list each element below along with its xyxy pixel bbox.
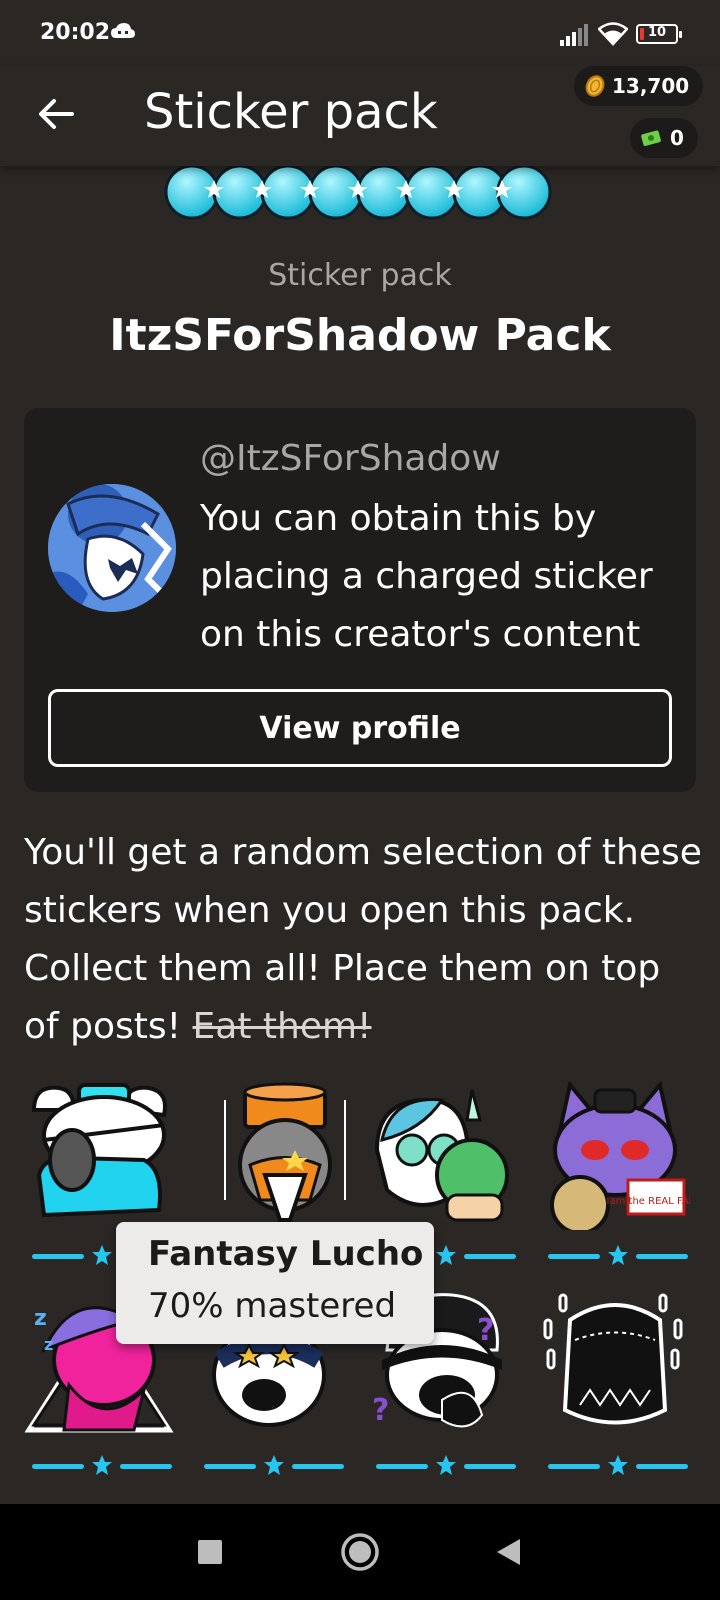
system-nav-bar bbox=[0, 1504, 720, 1600]
pack-description: You'll get a random selection of these s… bbox=[24, 824, 704, 1056]
creator-avatar[interactable] bbox=[48, 484, 176, 612]
tooltip-sticker-name: Fantasy Lucho bbox=[148, 1234, 424, 1274]
coins-balance[interactable]: 13,700 bbox=[574, 66, 704, 106]
sticker-8-mastery bbox=[548, 1455, 688, 1475]
sticker-4-mastery bbox=[548, 1245, 688, 1265]
cash-value: 0 bbox=[670, 126, 684, 150]
star-icon bbox=[92, 1245, 112, 1265]
sticker-6-mastery bbox=[204, 1455, 344, 1475]
page-title: Sticker pack bbox=[144, 84, 438, 140]
cash-balance[interactable]: 0 bbox=[630, 118, 698, 158]
status-time: 20:02 bbox=[40, 20, 111, 45]
creator-card: @ItzSForShadow You can obtain this by pl… bbox=[24, 408, 696, 792]
back-arrow-icon bbox=[39, 99, 74, 129]
star-icon bbox=[92, 1455, 112, 1475]
star-icon bbox=[436, 1245, 456, 1265]
star-icon bbox=[264, 1455, 284, 1475]
signal-icon bbox=[560, 24, 588, 46]
battery-icon: 10 bbox=[636, 24, 682, 44]
pack-banner-image bbox=[164, 166, 552, 220]
system-back-button[interactable] bbox=[484, 1528, 532, 1576]
sticker-5-mastery bbox=[32, 1455, 172, 1475]
star-icon bbox=[608, 1245, 628, 1265]
creator-handle[interactable]: @ItzSForShadow bbox=[200, 438, 501, 479]
pack-title: ItzSForShadow Pack bbox=[109, 310, 611, 361]
sticker-tooltip: Fantasy Lucho 70% mastered bbox=[116, 1222, 434, 1344]
creator-description: You can obtain this by placing a charged… bbox=[200, 498, 653, 655]
cash-icon bbox=[641, 130, 661, 146]
svg-text:z: z bbox=[34, 1306, 47, 1331]
pack-kicker: Sticker pack bbox=[268, 258, 452, 293]
status-bar: 20:02 10 bbox=[0, 0, 720, 66]
sticker-3[interactable] bbox=[372, 1080, 522, 1230]
back-icon bbox=[497, 1539, 520, 1565]
home-button[interactable] bbox=[336, 1528, 384, 1576]
tooltip-mastery: 70% mastered bbox=[148, 1286, 397, 1326]
recents-button[interactable] bbox=[186, 1528, 234, 1576]
svg-text:?: ? bbox=[372, 1393, 389, 1428]
pack-description-struck: Eat them! bbox=[192, 1006, 372, 1047]
coin-icon bbox=[585, 75, 605, 97]
sticker-sign-text: Iam the REAL FABRI bbox=[607, 1196, 690, 1207]
coins-value: 13,700 bbox=[612, 74, 690, 98]
sticker-7-mastery bbox=[376, 1455, 516, 1475]
app-header: Sticker pack 13,700 0 bbox=[0, 66, 720, 166]
home-icon bbox=[341, 1533, 379, 1571]
cloud-icon bbox=[111, 23, 135, 38]
sticker-8[interactable] bbox=[540, 1290, 690, 1440]
back-button[interactable] bbox=[28, 86, 84, 142]
svg-text:z: z bbox=[44, 1335, 53, 1354]
sticker-2[interactable] bbox=[210, 1080, 360, 1230]
svg-text:?: ? bbox=[477, 1313, 494, 1348]
star-icon bbox=[608, 1455, 628, 1475]
sticker-1[interactable] bbox=[24, 1080, 174, 1230]
sticker-4[interactable]: Iam the REAL FABRI bbox=[540, 1080, 690, 1230]
wifi-icon bbox=[598, 22, 628, 46]
recents-icon bbox=[198, 1540, 222, 1564]
battery-level: 10 bbox=[647, 25, 667, 40]
view-profile-button[interactable]: View profile bbox=[48, 689, 672, 767]
avatar-image bbox=[48, 484, 176, 612]
star-icon bbox=[436, 1455, 456, 1475]
